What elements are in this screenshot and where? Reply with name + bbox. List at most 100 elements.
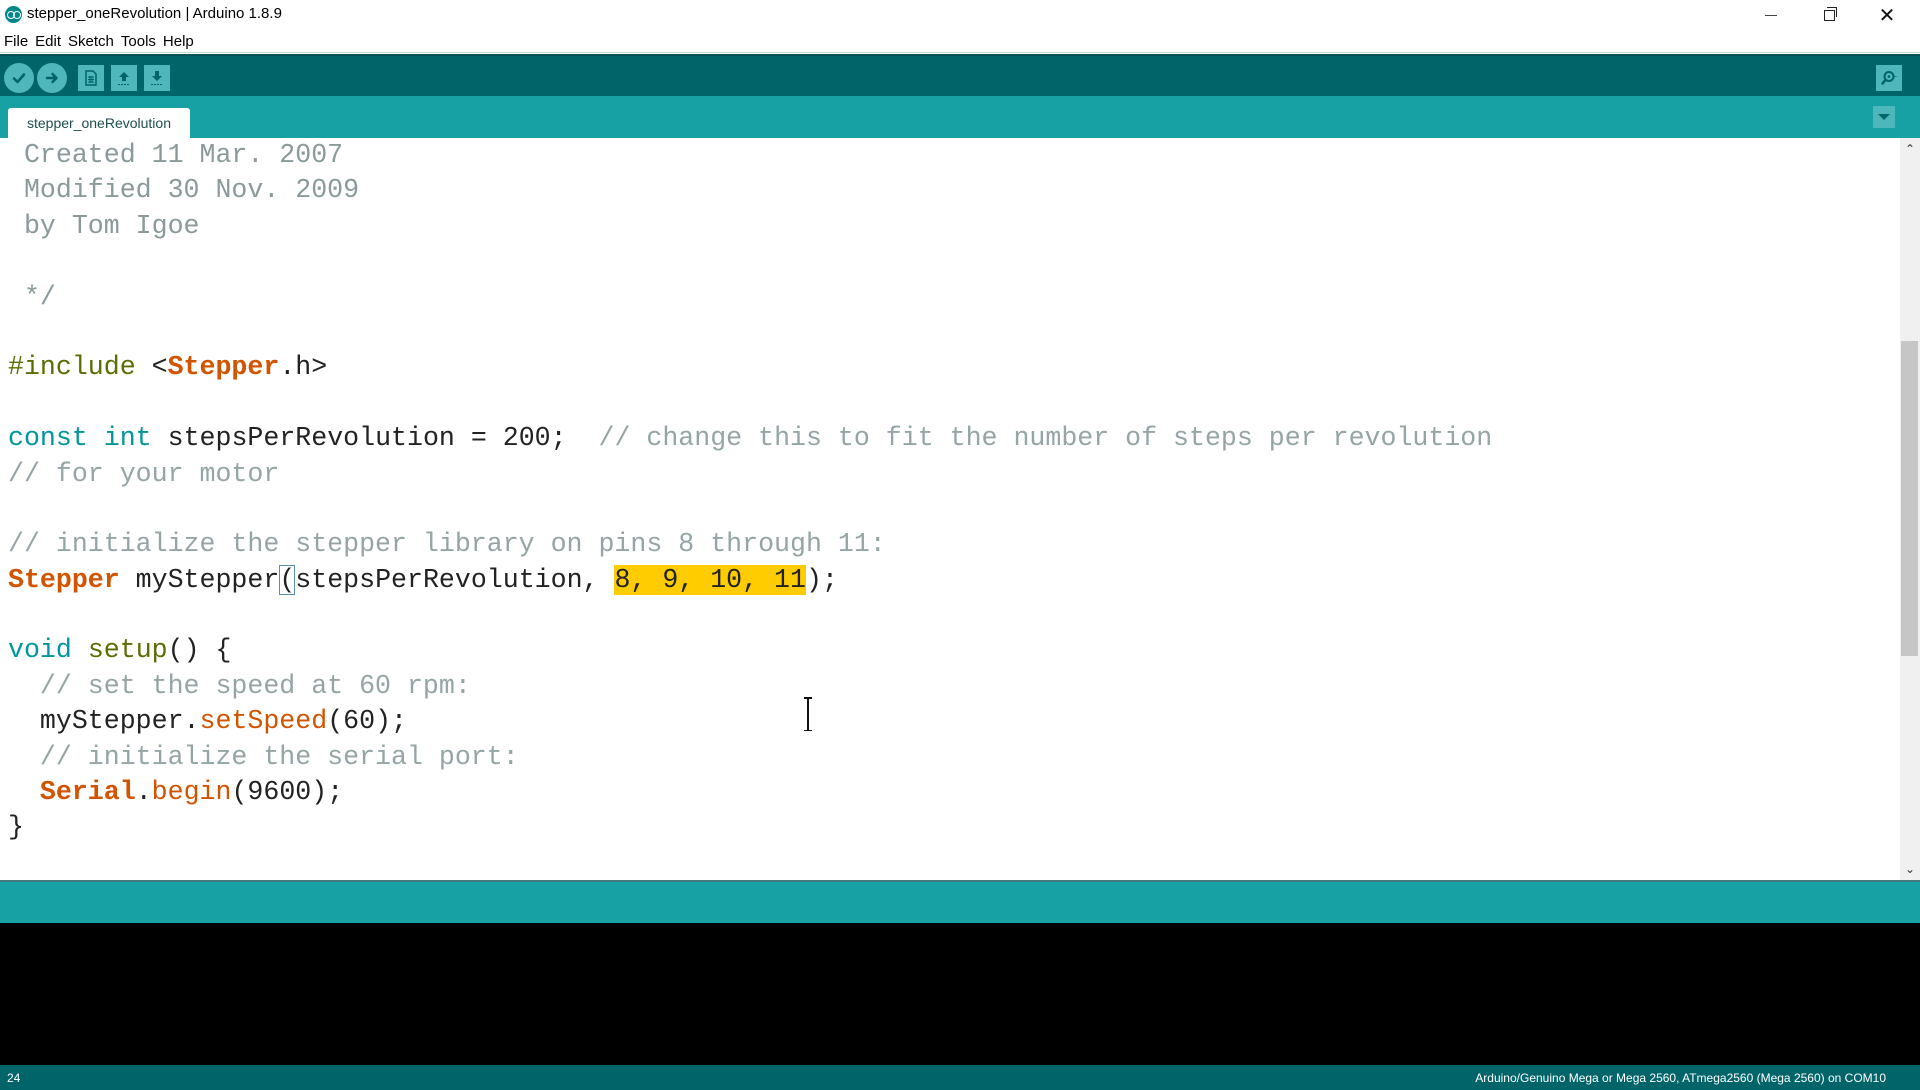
scroll-up-button[interactable]: ⌃: [1900, 140, 1920, 158]
scrollbar-thumb[interactable]: [1901, 340, 1918, 657]
tab-bar: stepper_oneRevolution: [0, 96, 1920, 138]
code-token: setup: [87, 635, 168, 666]
code-class-name: Serial: [39, 777, 136, 808]
editor-scrollbar[interactable]: ⌃ ⌄: [1900, 138, 1920, 880]
code-comment: // initialize the stepper library on pin…: [8, 529, 886, 560]
code-line[interactable]: [8, 386, 1492, 421]
window-title: stepper_oneRevolution | Arduino 1.8.9: [27, 5, 282, 22]
code-comment: // for your motor: [8, 458, 280, 489]
code-comment: Modified 30 Nov. 2009: [8, 175, 360, 206]
selected-text: 8, 9, 10, 11: [614, 564, 806, 595]
chevron-down-icon: [1878, 114, 1890, 120]
menu-sketch[interactable]: Sketch: [68, 33, 114, 50]
line-number: 24: [7, 1071, 21, 1085]
code-keyword: void: [8, 635, 72, 666]
new-sketch-button[interactable]: [78, 65, 104, 91]
code-comment: // set the speed at 60 rpm:: [8, 670, 471, 701]
checkmark-icon: [12, 73, 26, 84]
save-button[interactable]: [144, 65, 170, 91]
code-token: () {: [167, 635, 232, 666]
code-token: stepsPerRevolution = 200;: [151, 423, 599, 454]
close-icon: ✕: [1878, 3, 1896, 27]
code-line[interactable]: [8, 244, 1492, 279]
board-port-info: Arduino/Genuino Mega or Mega 2560, ATmeg…: [1475, 1071, 1886, 1085]
code-comment: // initialize the serial port:: [8, 741, 519, 772]
code-editor[interactable]: Created 11 Mar. 2007 Modified 30 Nov. 20…: [0, 138, 1900, 880]
code-class-name: Stepper: [167, 352, 280, 383]
arrow-right-icon: [45, 72, 58, 84]
code-keyword: int: [103, 423, 152, 454]
code-line[interactable]: // initialize the serial port:: [8, 740, 1492, 775]
code-line[interactable]: [8, 315, 1492, 350]
code-comment: */: [8, 281, 56, 312]
code-token: .h>: [279, 352, 328, 383]
code-line[interactable]: }: [8, 810, 1492, 845]
magnifier-icon: [1881, 71, 1897, 85]
code-line[interactable]: #include <Stepper.h>: [8, 350, 1492, 385]
matched-bracket: (: [279, 564, 296, 595]
minimize-icon: [1765, 14, 1777, 16]
code-token: (9600);: [231, 777, 344, 808]
code-comment: // change this to fit the number of step…: [598, 423, 1493, 454]
code-token: stepsPerRevolution,: [295, 564, 615, 595]
code-line[interactable]: Serial.begin(9600);: [8, 775, 1492, 810]
message-area: [0, 880, 1920, 923]
scroll-down-button[interactable]: ⌄: [1900, 860, 1920, 878]
code-line[interactable]: void setup() {: [8, 633, 1492, 668]
menu-edit[interactable]: Edit: [35, 33, 61, 50]
code-line[interactable]: [8, 492, 1492, 527]
code-line[interactable]: */: [8, 280, 1492, 315]
code-token: .: [135, 777, 152, 808]
code-line[interactable]: const int stepsPerRevolution = 200; // c…: [8, 421, 1492, 456]
tab-stepper-onerevolution[interactable]: stepper_oneRevolution: [8, 108, 190, 138]
tab-menu-button[interactable]: [1873, 106, 1895, 128]
code-line[interactable]: Stepper myStepper(stepsPerRevolution, 8,…: [8, 563, 1492, 598]
arduino-logo-icon: [5, 6, 22, 23]
menu-help[interactable]: Help: [163, 33, 194, 50]
code-line[interactable]: // set the speed at 60 rpm:: [8, 669, 1492, 704]
code-token: setSpeed: [199, 706, 328, 737]
minimize-button[interactable]: [1748, 0, 1794, 30]
code-token: <: [135, 352, 168, 383]
code-class-name: Stepper: [8, 564, 120, 595]
code-token: myStepper.: [8, 706, 200, 737]
code-comment: by Tom Igoe: [8, 210, 200, 241]
code-token: begin: [151, 777, 232, 808]
close-button[interactable]: ✕: [1864, 0, 1910, 30]
open-button[interactable]: [111, 65, 137, 91]
verify-button[interactable]: [4, 63, 34, 93]
code-line[interactable]: // for your motor: [8, 457, 1492, 492]
code-token: );: [805, 564, 838, 595]
code-line[interactable]: Modified 30 Nov. 2009: [8, 173, 1492, 208]
code-line[interactable]: by Tom Igoe: [8, 209, 1492, 244]
code-keyword: const: [8, 423, 88, 454]
code-line[interactable]: Created 11 Mar. 2007: [8, 138, 1492, 173]
code-line[interactable]: myStepper.setSpeed(60);: [8, 704, 1492, 739]
code-token: myStepper: [119, 564, 280, 595]
console-output[interactable]: [0, 923, 1920, 1065]
menu-file[interactable]: File: [4, 33, 28, 50]
toolbar: [0, 54, 1920, 96]
code-token: #include: [8, 352, 136, 383]
code-token: (60);: [327, 706, 407, 737]
code-token: }: [8, 812, 24, 843]
code-comment: Created 11 Mar. 2007: [8, 140, 344, 170]
serial-monitor-button[interactable]: [1876, 65, 1902, 91]
code-text[interactable]: Created 11 Mar. 2007 Modified 30 Nov. 20…: [8, 138, 1492, 846]
text-cursor-icon: [804, 697, 812, 731]
code-line[interactable]: [8, 598, 1492, 633]
status-bar: 24 Arduino/Genuino Mega or Mega 2560, AT…: [0, 1065, 1920, 1090]
arrow-up-icon: [118, 72, 130, 85]
maximize-button[interactable]: [1806, 0, 1852, 30]
menu-tools[interactable]: Tools: [121, 33, 156, 50]
title-bar: stepper_oneRevolution | Arduino 1.8.9 ✕: [0, 0, 1920, 30]
restore-icon: [1823, 6, 1837, 21]
new-file-icon: [85, 70, 97, 86]
code-line[interactable]: // initialize the stepper library on pin…: [8, 527, 1492, 562]
menu-bar: File Edit Sketch Tools Help: [0, 30, 1920, 53]
upload-button[interactable]: [37, 63, 67, 93]
arrow-down-icon: [151, 71, 163, 85]
